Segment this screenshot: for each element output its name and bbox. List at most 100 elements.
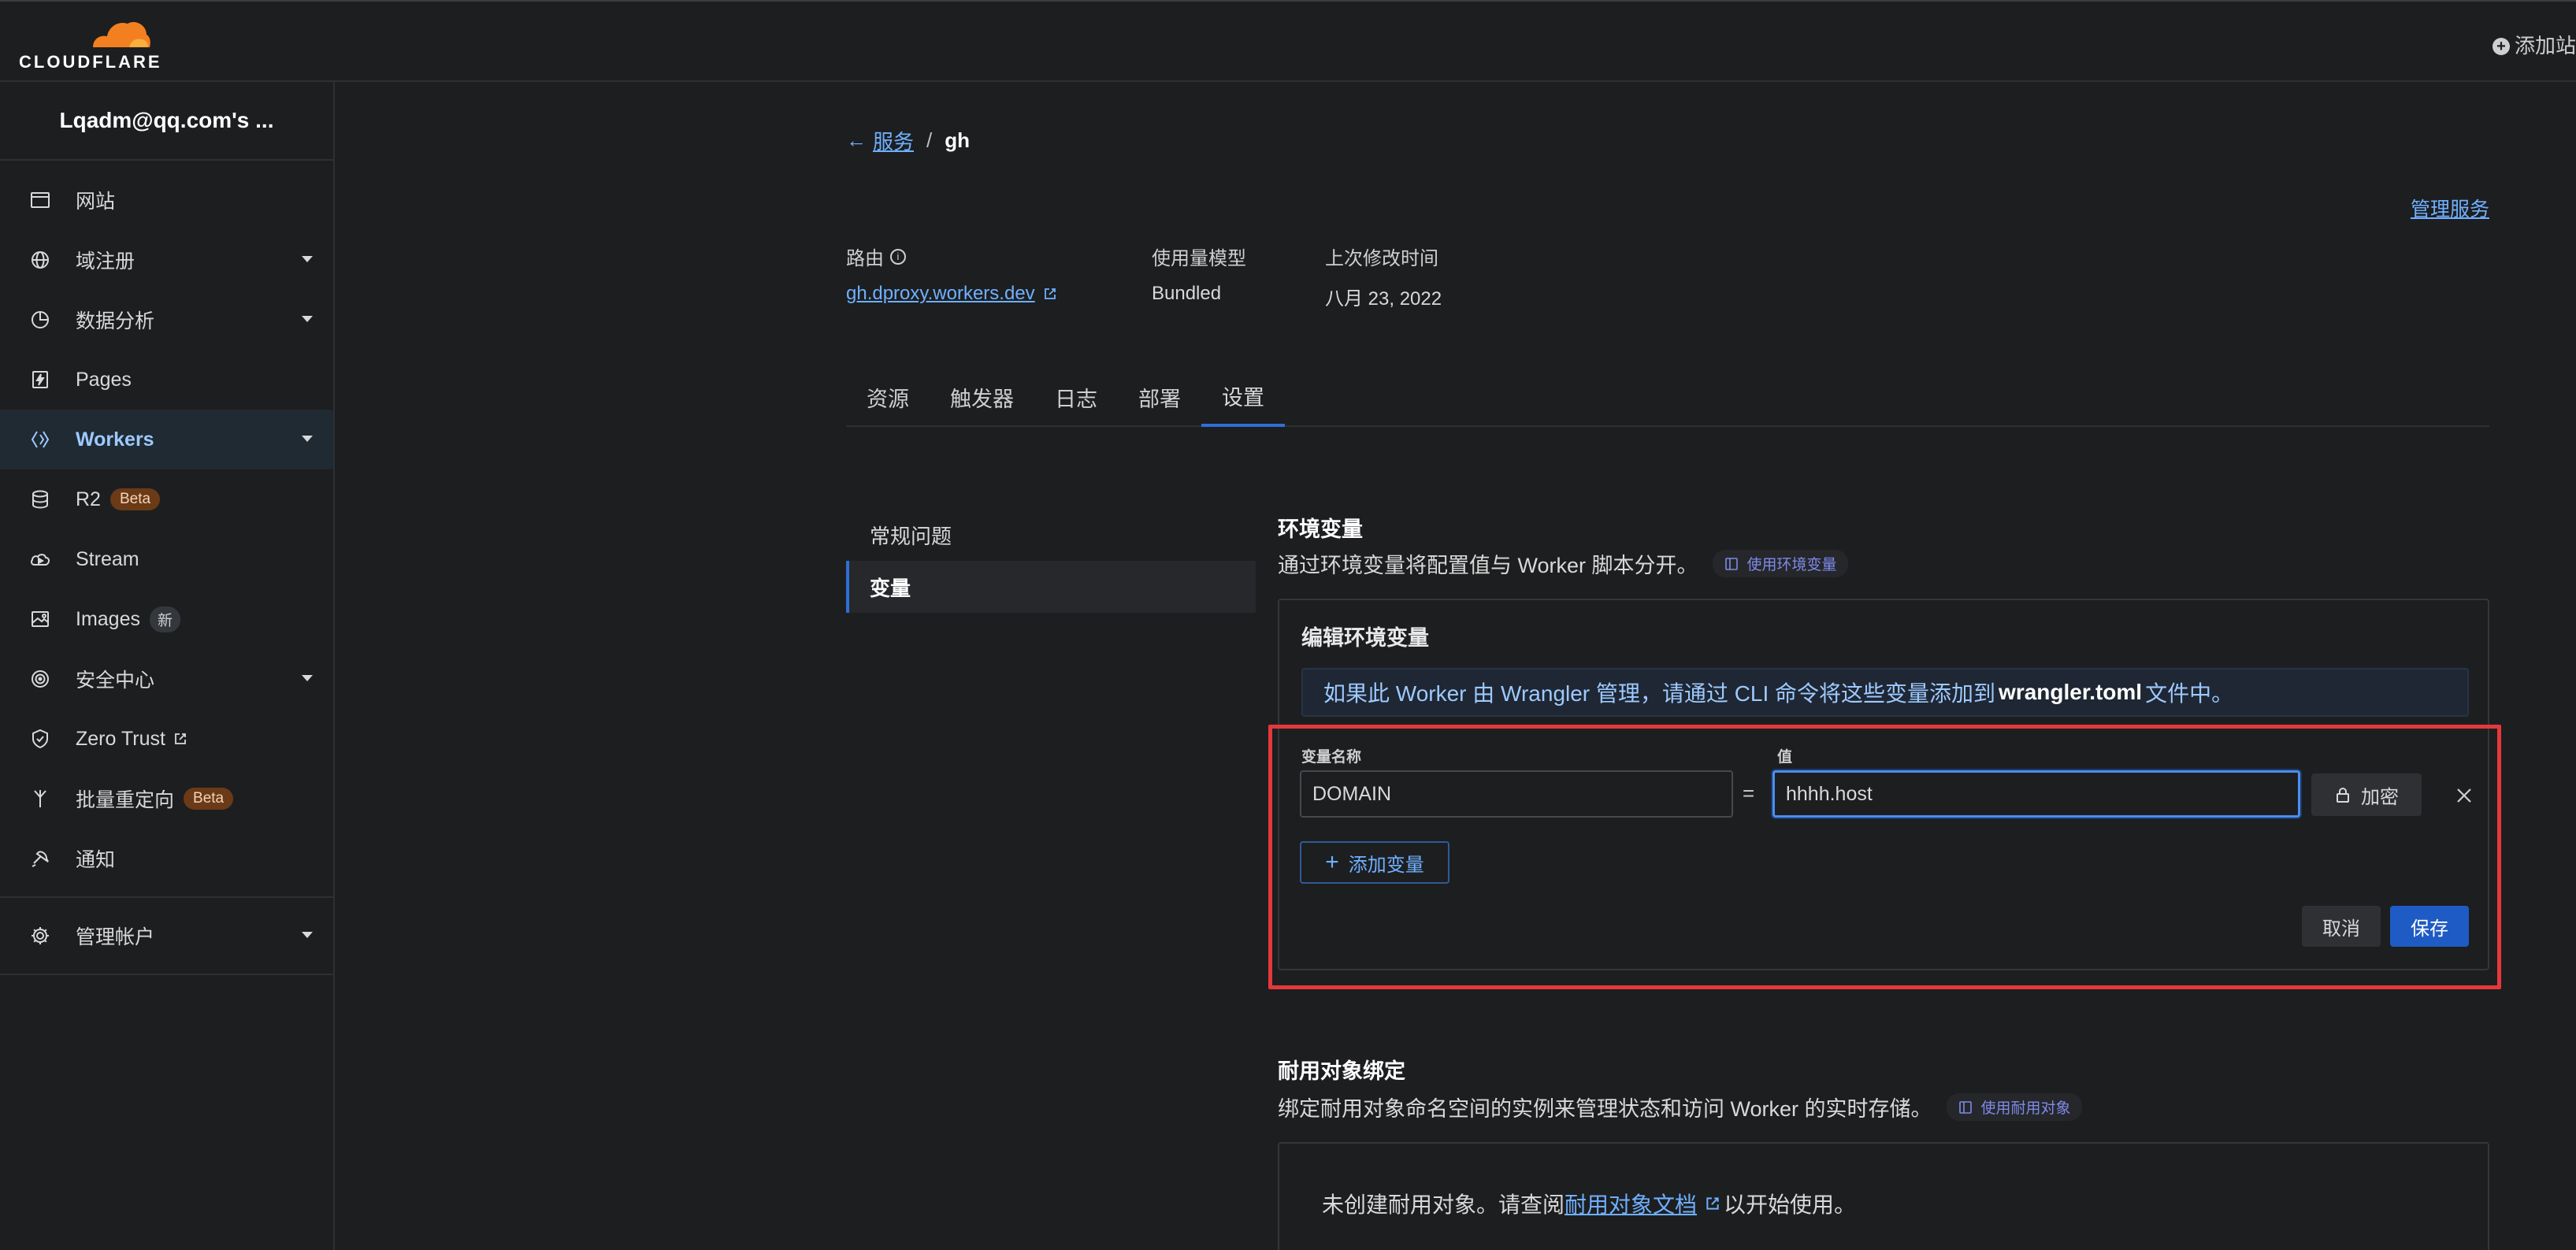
new-badge: 新 <box>149 606 180 632</box>
info-icon[interactable]: i <box>890 248 906 265</box>
durable-empty-state: 未创建耐用对象。请查阅 耐用对象文档 以开始使用。 <box>1322 1188 1856 1219</box>
highlight-annotation-box <box>1268 725 2501 989</box>
top-bar: CLOUDFLARE + 添加站 <box>0 0 2576 82</box>
chevron-down-icon <box>302 256 313 262</box>
env-vars-doc-link[interactable]: 使用环境变量 <box>1712 550 1848 577</box>
external-link-icon <box>1706 1197 1719 1210</box>
sidebar-item-manage-account[interactable]: 管理帐户 <box>0 906 333 966</box>
notice-text-pre: 如果此 Worker 由 Wrangler 管理，请通过 CLI 命令将这些变量… <box>1323 681 1996 706</box>
add-site-button[interactable]: + 添加站 <box>2492 30 2576 59</box>
cloud-stream-icon <box>28 547 52 571</box>
sidebar-item-label: 安全中心 <box>76 670 155 692</box>
book-icon <box>1724 557 1738 570</box>
usage-model-value: Bundled <box>1152 283 1222 304</box>
sidebar-item-domain-registration[interactable]: 域注册 <box>0 230 333 290</box>
sidebar-item-label: 域注册 <box>76 250 135 273</box>
sidebar-item-label: Zero Trust <box>76 727 165 750</box>
durable-objects-description: 绑定耐用对象命名空间的实例来管理状态和访问 Worker 的实时存储。 使用耐用… <box>1278 1092 2082 1122</box>
route-label: 路由 <box>846 248 884 269</box>
env-vars-description: 通过环境变量将配置值与 Worker 脚本分开。 使用环境变量 <box>1278 548 1848 579</box>
route-info: 路由 i gh.dproxy.workers.dev <box>846 243 1057 305</box>
durable-empty-post: 以开始使用。 <box>1724 1193 1857 1217</box>
service-tabs: 资源 触发器 日志 部署 设置 <box>846 367 2489 427</box>
sidebar-item-label: 批量重定向 <box>76 789 175 811</box>
chevron-down-icon <box>302 932 313 938</box>
browser-window-icon <box>28 188 52 212</box>
usage-model-label: 使用量模型 <box>1152 248 1246 269</box>
sidebar-item-pages[interactable]: Pages <box>0 350 333 410</box>
tab-settings[interactable]: 设置 <box>1201 367 1285 427</box>
edit-env-vars-title: 编辑环境变量 <box>1301 626 1429 650</box>
tab-logs[interactable]: 日志 <box>1034 367 1118 427</box>
plus-circle-icon: + <box>2492 38 2510 55</box>
subnav-general[interactable]: 常规问题 <box>846 509 1256 561</box>
durable-objects-title: 耐用对象绑定 <box>1278 1059 1405 1083</box>
sidebar-item-label: Images <box>76 607 140 630</box>
sidebar-item-zero-trust[interactable]: Zero Trust <box>0 709 333 769</box>
subnav-variables[interactable]: 变量 <box>846 561 1256 613</box>
security-target-icon <box>28 667 52 691</box>
external-link-icon <box>175 733 186 744</box>
sidebar: Lqadm@qq.com's ... 网站 域注册 数据分析 Pages Wor… <box>0 82 335 1250</box>
env-vars-desc-text: 通过环境变量将配置值与 Worker 脚本分开。 <box>1278 554 1698 577</box>
account-name: Lqadm@qq.com's ... <box>59 108 274 132</box>
sidebar-nav: 网站 域注册 数据分析 Pages Workers R2 Beta Stream… <box>0 161 333 975</box>
cloudflare-cloud-icon <box>93 21 150 47</box>
env-vars-doc-label: 使用环境变量 <box>1746 557 1837 573</box>
sidebar-item-workers[interactable]: Workers <box>0 410 333 469</box>
tab-deployments[interactable]: 部署 <box>1118 367 1201 427</box>
durable-empty-pre: 未创建耐用对象。请查阅 <box>1322 1193 1565 1217</box>
last-modified-info: 上次修改时间 八月 23, 2022 <box>1325 243 1442 310</box>
logo-text: CLOUDFLARE <box>19 52 162 72</box>
sidebar-item-label: 网站 <box>76 191 116 213</box>
chevron-down-icon <box>302 675 313 681</box>
wrangler-notice: 如果此 Worker 由 Wrangler 管理，请通过 CLI 命令将这些变量… <box>1301 668 2469 717</box>
sidebar-item-label: 通知 <box>76 849 116 871</box>
env-vars-title: 环境变量 <box>1278 517 1363 541</box>
route-link[interactable]: gh.dproxy.workers.dev <box>846 283 1035 305</box>
cloudflare-logo[interactable]: CLOUDFLARE <box>19 16 162 72</box>
sidebar-item-label: 管理帐户 <box>76 926 155 948</box>
durable-doc-label: 使用耐用对象 <box>1980 1100 2071 1117</box>
image-icon <box>28 607 52 631</box>
notice-text-post: 文件中。 <box>2145 681 2234 706</box>
sidebar-item-analytics[interactable]: 数据分析 <box>0 290 333 350</box>
sidebar-divider <box>0 896 333 898</box>
breadcrumb-services-link[interactable]: 服务 <box>873 126 914 155</box>
workers-diamond-icon <box>28 428 52 451</box>
sidebar-item-notifications[interactable]: 通知 <box>0 829 333 888</box>
breadcrumb-separator: / <box>926 128 933 152</box>
durable-docs-link[interactable]: 耐用对象文档 <box>1565 1188 1697 1219</box>
sidebar-item-images[interactable]: Images 新 <box>0 589 333 649</box>
sidebar-item-websites[interactable]: 网站 <box>0 170 333 230</box>
beta-badge: Beta <box>109 488 161 510</box>
redirect-fork-icon <box>28 787 52 810</box>
arrow-left-icon: ← <box>846 128 867 152</box>
tab-resources[interactable]: 资源 <box>846 367 930 427</box>
durable-desc-text: 绑定耐用对象命名空间的实例来管理状态和访问 Worker 的实时存储。 <box>1278 1097 1932 1121</box>
usage-model-info: 使用量模型 Bundled <box>1152 243 1246 305</box>
sidebar-item-label: R2 <box>76 488 101 510</box>
sidebar-item-stream[interactable]: Stream <box>0 529 333 589</box>
lightning-page-icon <box>28 368 52 391</box>
database-icon <box>28 488 52 511</box>
sidebar-item-bulk-redirects[interactable]: 批量重定向 Beta <box>0 769 333 829</box>
last-modified-value: 八月 23, 2022 <box>1325 288 1442 310</box>
breadcrumb-current: gh <box>945 128 971 152</box>
gear-icon <box>28 924 52 948</box>
beta-badge: Beta <box>184 788 234 810</box>
tab-triggers[interactable]: 触发器 <box>930 367 1034 427</box>
sidebar-item-label: Workers <box>76 428 154 451</box>
sidebar-item-r2[interactable]: R2 Beta <box>0 469 333 529</box>
notification-icon <box>28 847 52 870</box>
sidebar-item-label: Stream <box>76 547 139 570</box>
account-switcher[interactable]: Lqadm@qq.com's ... <box>0 82 333 161</box>
durable-objects-doc-link[interactable]: 使用耐用对象 <box>1946 1093 2082 1121</box>
last-modified-label: 上次修改时间 <box>1325 248 1438 269</box>
breadcrumb: ← 服务 / gh <box>846 126 970 155</box>
notice-file: wrangler.toml <box>1999 680 2143 704</box>
manage-service-link[interactable]: 管理服务 <box>2411 194 2489 222</box>
sidebar-item-security-center[interactable]: 安全中心 <box>0 649 333 709</box>
external-link-icon <box>1044 288 1056 299</box>
shield-icon <box>28 727 52 751</box>
